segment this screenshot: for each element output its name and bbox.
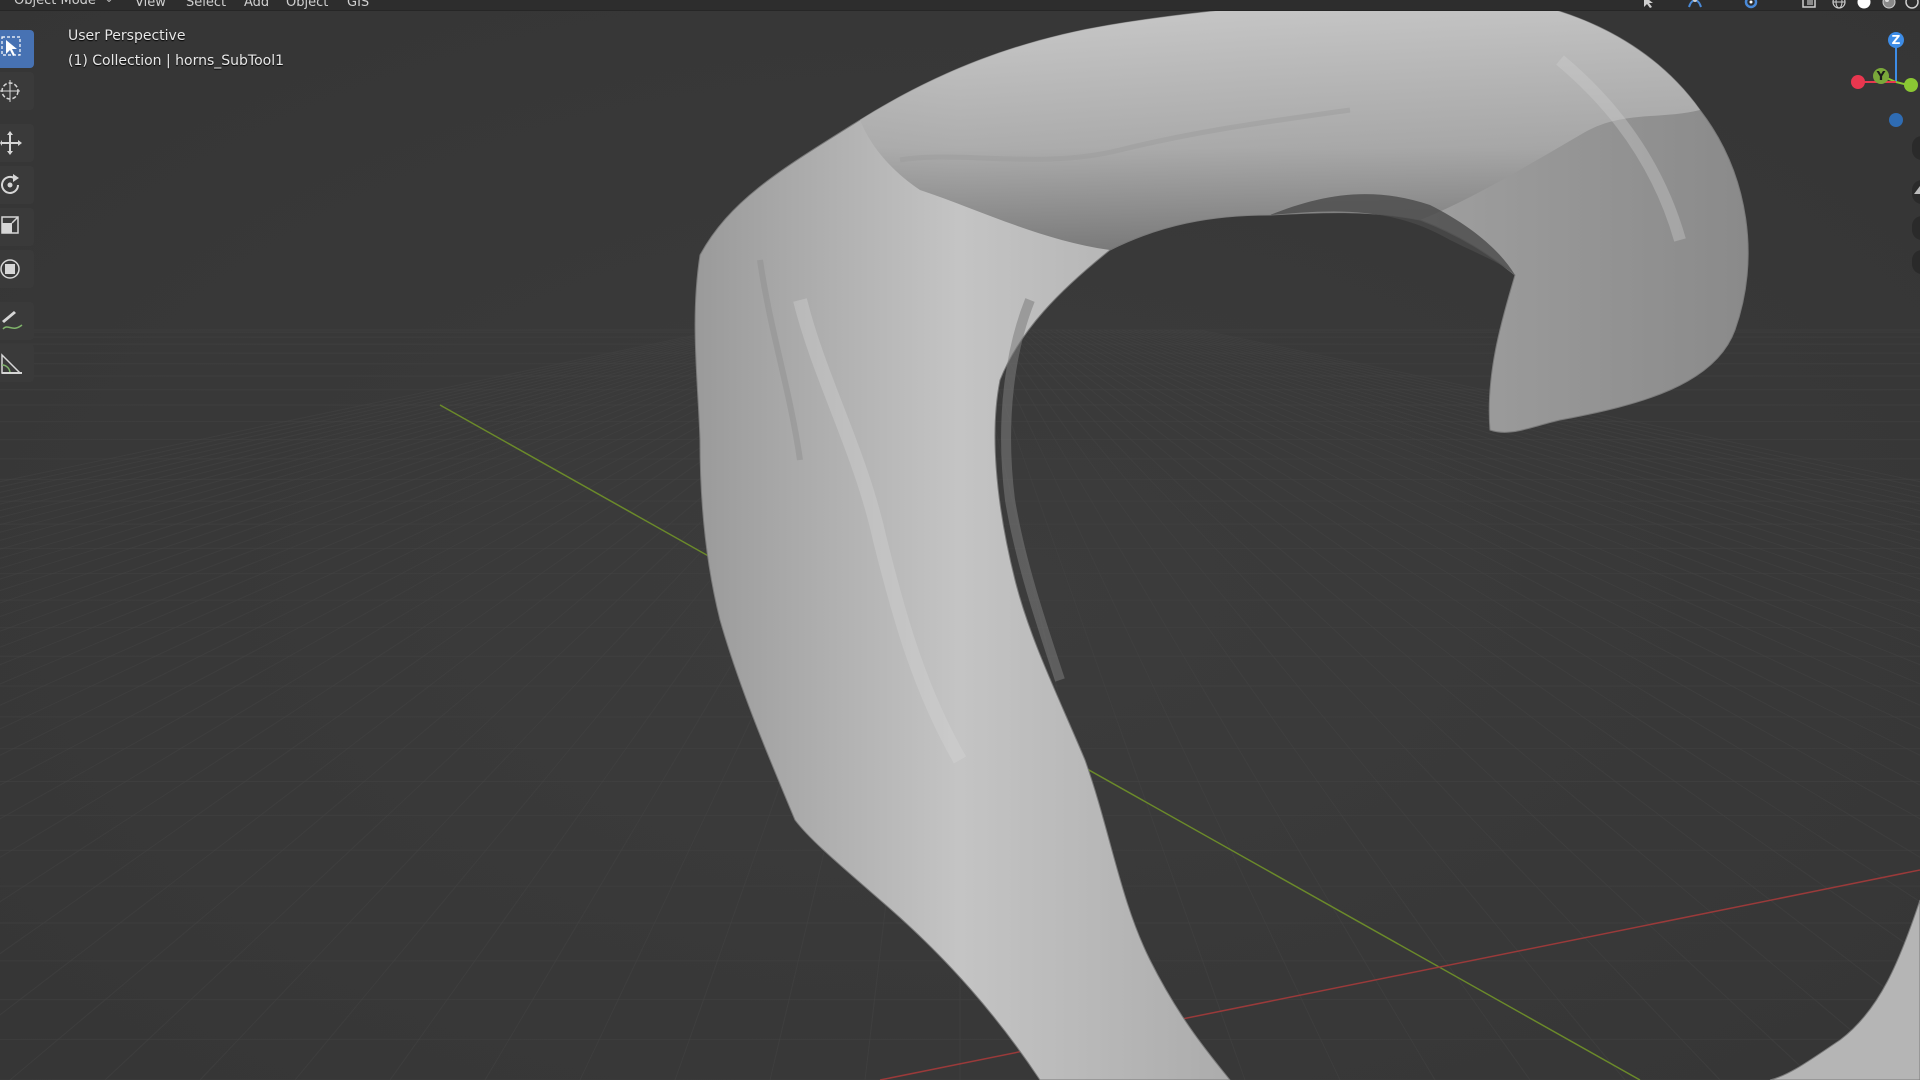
pan-control[interactable] [1912, 180, 1920, 204]
gizmo-y-axis[interactable]: Y [1873, 68, 1889, 84]
menu-object[interactable]: Object [286, 0, 328, 11]
snap-icon[interactable]: ⌄ [1742, 0, 1773, 10]
mode-label: Object Mode [14, 0, 96, 8]
select-tool-icon[interactable]: ⌄ [1640, 0, 1671, 10]
tool-select-box[interactable] [0, 30, 34, 68]
tool-scale[interactable] [0, 208, 34, 246]
menu-select[interactable]: Select [186, 0, 226, 11]
move-icon [0, 131, 22, 155]
menu-view[interactable]: View [135, 0, 166, 11]
gizmo-neg-y-axis[interactable] [1904, 78, 1918, 92]
mode-dropdown[interactable]: Object Mode ⌄ [0, 0, 118, 10]
scale-icon [1, 216, 19, 234]
solid-shading-icon[interactable] [1855, 0, 1875, 10]
material-shading-icon[interactable] [1880, 0, 1900, 10]
active-object-info: (1) Collection | horns_SubTool1 [68, 53, 285, 69]
transform-icon [0, 259, 20, 279]
cursor-icon [0, 80, 20, 102]
tool-transform[interactable] [0, 250, 34, 288]
menu-add[interactable]: Add [244, 0, 269, 11]
measure-icon [1, 353, 22, 374]
select-box-icon [1, 36, 21, 56]
viewport-scene [0, 0, 1920, 1080]
tool-cursor[interactable] [0, 72, 34, 110]
menu-gis[interactable]: GIS [347, 0, 369, 11]
xray-icon[interactable] [1800, 0, 1820, 10]
tool-annotate[interactable] [0, 302, 34, 340]
wireframe-shading-icon[interactable] [1830, 0, 1850, 10]
3d-viewport[interactable]: Object Mode ⌄ View Select Add Object GIS… [0, 0, 1920, 1080]
chevron-down-icon: ⌄ [104, 0, 114, 5]
gizmo-x-axis[interactable] [1851, 75, 1865, 89]
tool-rotate[interactable] [0, 166, 34, 204]
transform-pivot-icon[interactable]: ⌄ [1686, 0, 1717, 10]
viewport-header: Object Mode ⌄ View Select Add Object GIS… [0, 0, 1920, 11]
gizmo-z-axis[interactable]: Z [1888, 32, 1904, 48]
view-perspective-label: User Perspective [68, 28, 186, 44]
gizmo-neg-z-axis[interactable] [1889, 113, 1903, 127]
annotate-icon [2, 311, 23, 330]
tool-move[interactable] [0, 124, 34, 162]
rendered-shading-icon[interactable] [1903, 0, 1920, 10]
tool-measure[interactable] [0, 344, 34, 382]
rotate-icon [1, 174, 19, 194]
